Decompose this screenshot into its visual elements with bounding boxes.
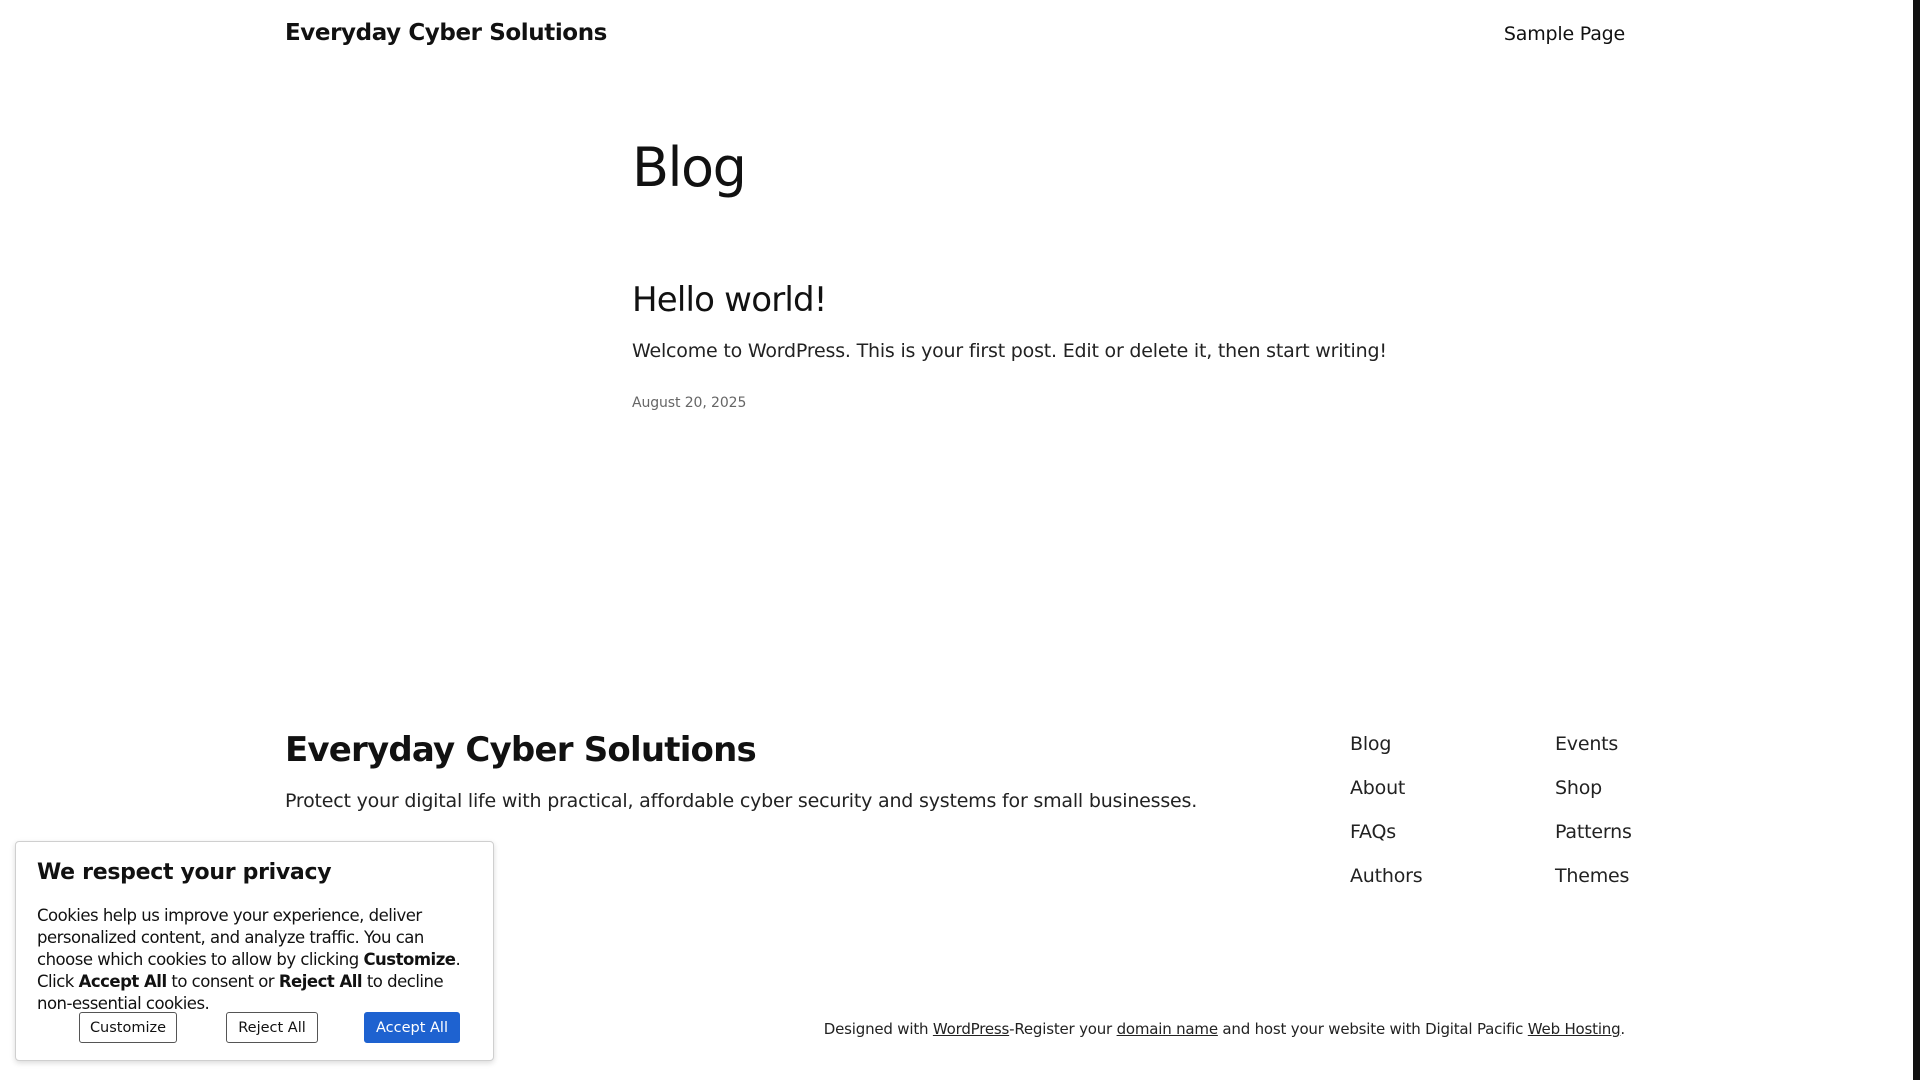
page: Everyday Cyber Solutions Sample Page Blo… <box>0 0 1920 1080</box>
footer-link-faqs[interactable]: FAQs <box>1350 821 1422 844</box>
cookie-text-bold: Accept All <box>78 972 168 991</box>
credits-prefix: Designed with <box>823 1020 933 1038</box>
accept-all-button[interactable]: Accept All <box>364 1012 460 1043</box>
post-excerpt: Welcome to WordPress. This is your first… <box>632 340 1387 362</box>
footer-tagline: Protect your digital life with practical… <box>285 790 1198 812</box>
wordpress-link[interactable]: WordPress <box>933 1020 1009 1038</box>
domain-name-link[interactable]: domain name <box>1117 1020 1218 1038</box>
credits-middle-1: -Register your <box>1009 1020 1117 1038</box>
cookie-banner-heading: We respect your privacy <box>37 860 332 885</box>
credits-middle-2: and host your website with Digital Pacif… <box>1217 1020 1528 1038</box>
footer-link-blog[interactable]: Blog <box>1350 733 1422 756</box>
scrollbar[interactable] <box>1913 0 1920 1080</box>
footer-nav-column-1: Blog About FAQs Authors <box>1350 733 1423 888</box>
reject-all-button[interactable]: Reject All <box>226 1012 318 1043</box>
footer-link-about[interactable]: About <box>1350 777 1422 800</box>
cookie-text-bold: Reject All <box>278 972 363 991</box>
customize-button[interactable]: Customize <box>79 1012 177 1043</box>
footer-link-events[interactable]: Events <box>1555 733 1632 756</box>
footer-link-shop[interactable]: Shop <box>1555 777 1632 800</box>
footer-credits: Designed with WordPress-Register your do… <box>824 1020 1625 1038</box>
web-hosting-link[interactable]: Web Hosting <box>1528 1020 1621 1038</box>
nav-item-sample-page[interactable]: Sample Page <box>1504 23 1625 45</box>
footer-link-authors[interactable]: Authors <box>1350 865 1423 888</box>
page-title: Blog <box>632 136 747 199</box>
cookie-consent-banner: We respect your privacy Cookies help us … <box>15 841 494 1061</box>
post-title-link[interactable]: Hello world! <box>632 280 827 320</box>
footer-site-title[interactable]: Everyday Cyber Solutions <box>285 730 757 770</box>
cookie-text-bold: Customize <box>363 950 456 969</box>
cookie-text-part: to consent or <box>166 972 279 991</box>
footer-nav-column-2: Events Shop Patterns Themes <box>1555 733 1632 888</box>
footer-link-patterns[interactable]: Patterns <box>1555 821 1632 844</box>
credits-suffix: . <box>1620 1020 1625 1038</box>
footer-link-themes[interactable]: Themes <box>1555 865 1632 888</box>
post-date[interactable]: August 20, 2025 <box>632 395 746 411</box>
cookie-button-row: Customize Reject All Accept All <box>64 1012 460 1043</box>
cookie-banner-text: Cookies help us improve your experience,… <box>37 905 477 1015</box>
site-title-link[interactable]: Everyday Cyber Solutions <box>285 20 607 46</box>
